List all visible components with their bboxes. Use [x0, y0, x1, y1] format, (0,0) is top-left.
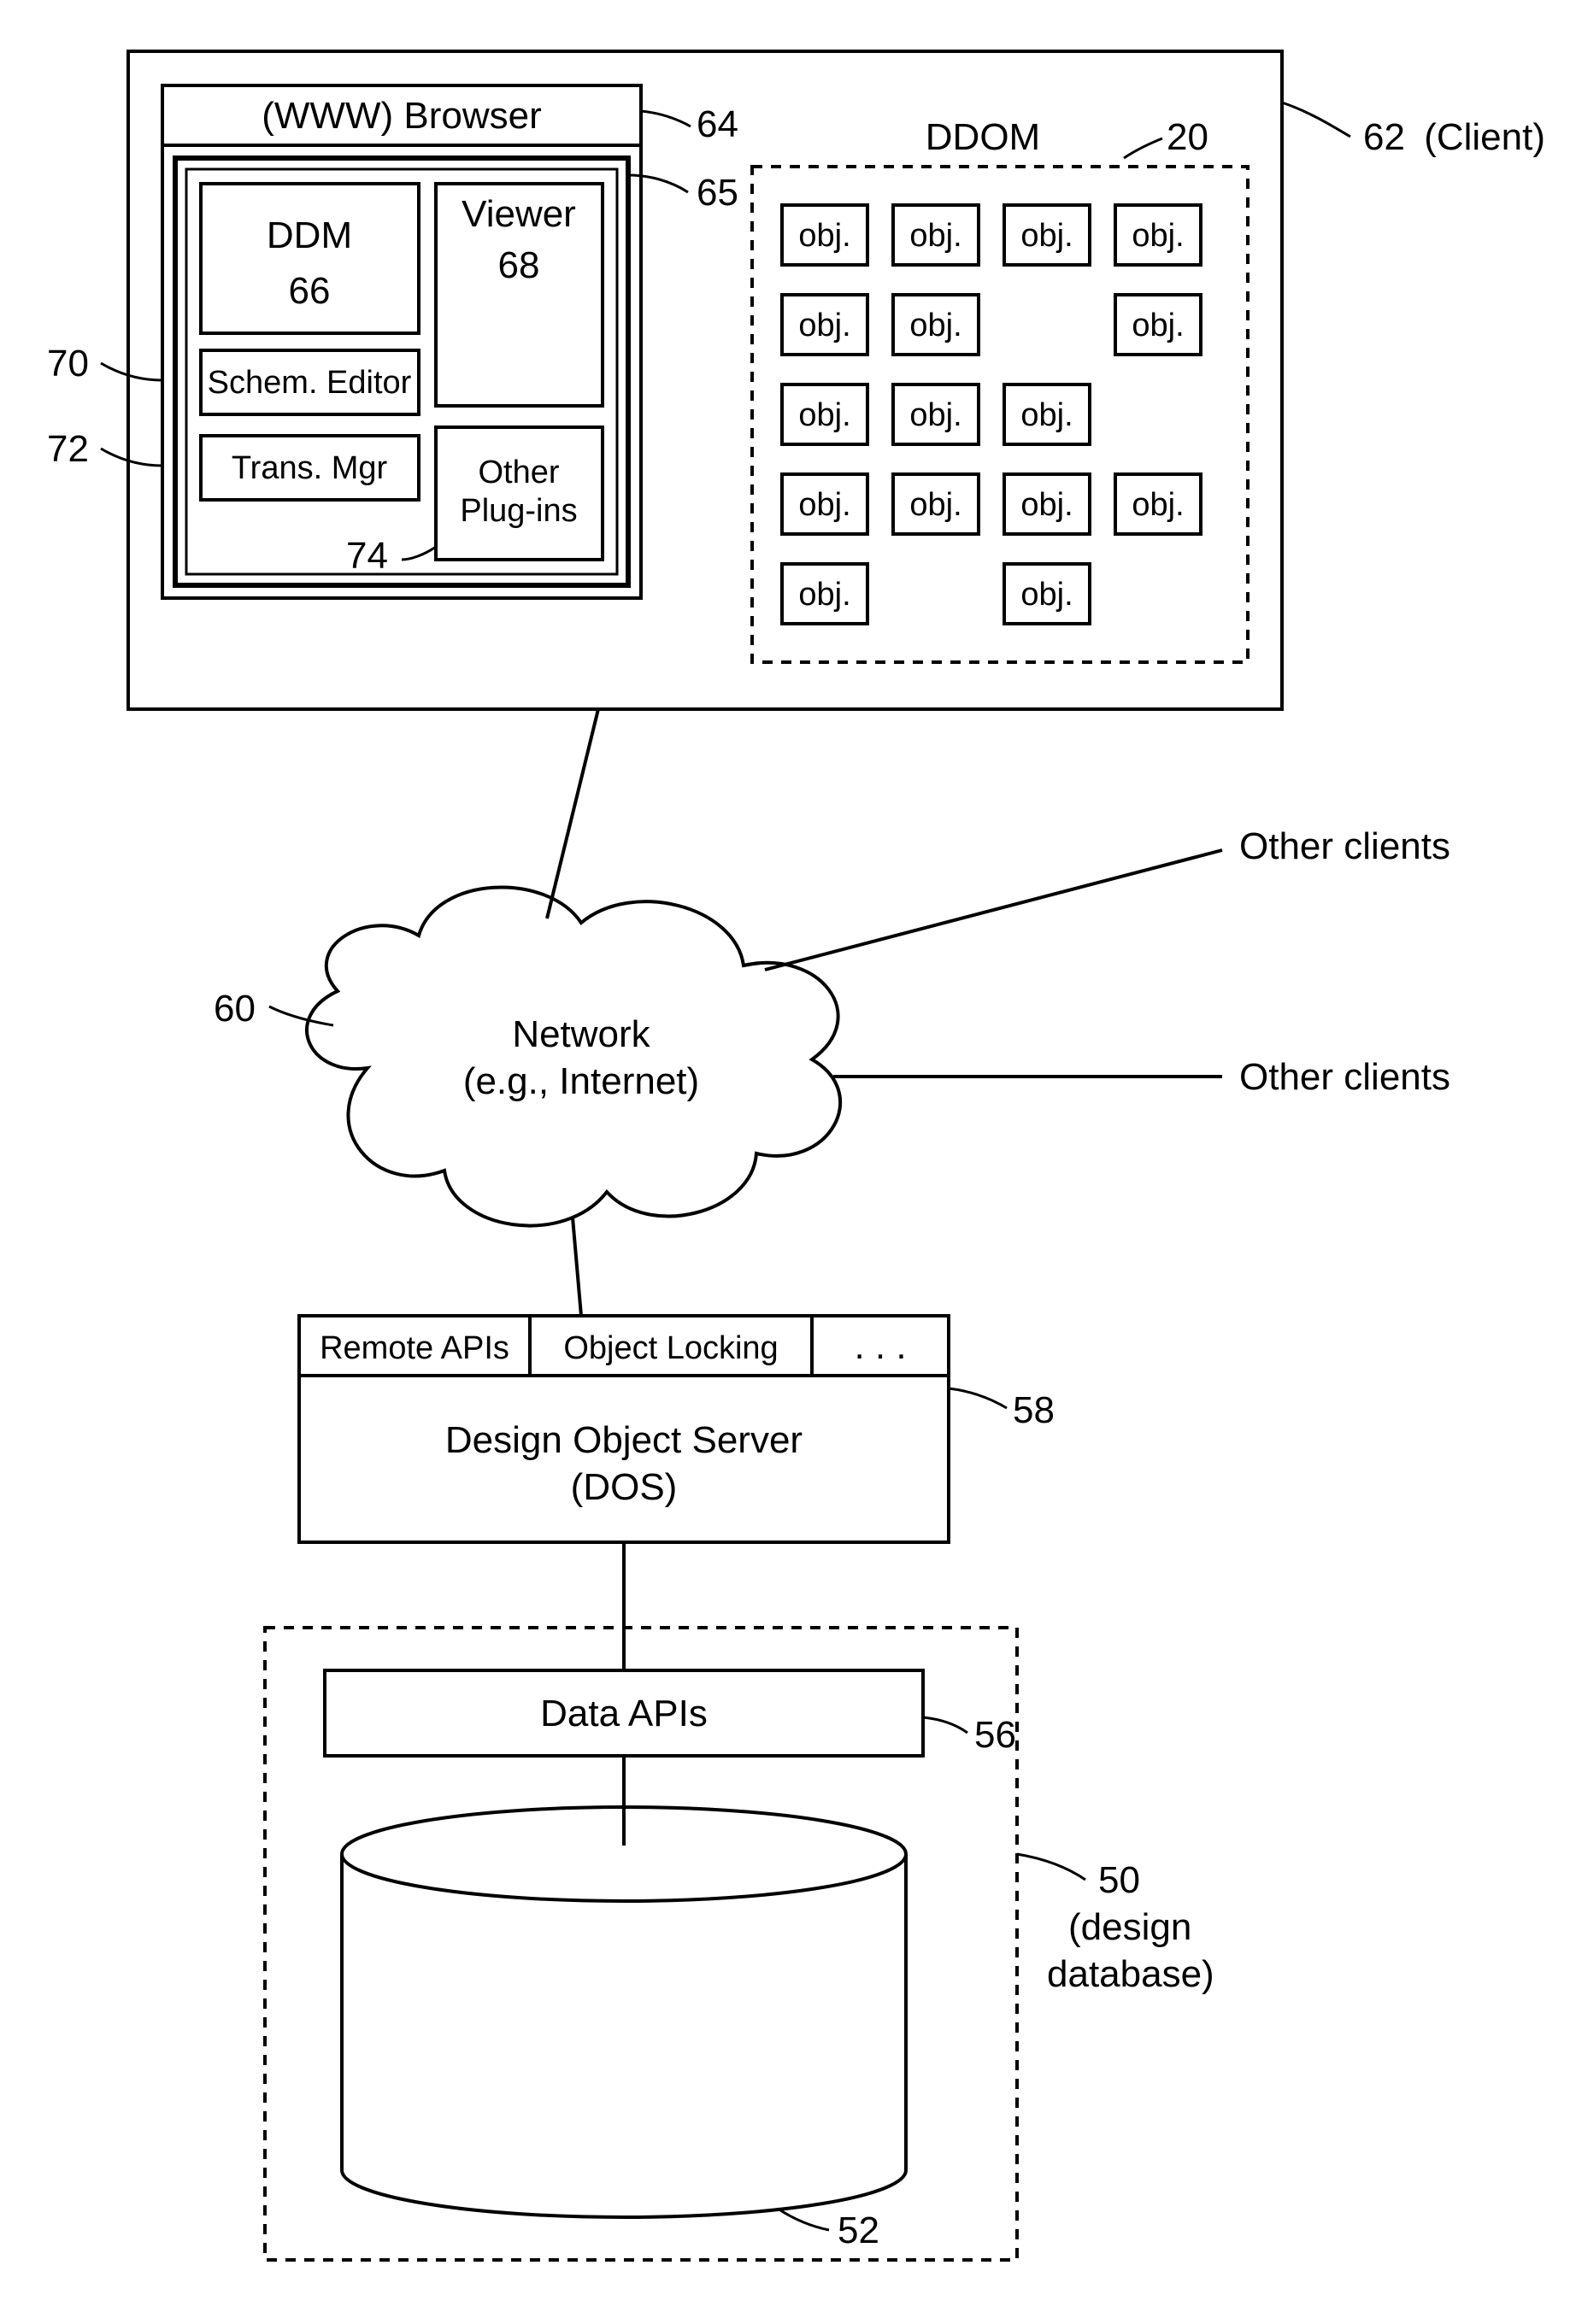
ddom-title: DDOM [926, 116, 1040, 158]
other-clients-2: Other clients [1239, 1056, 1450, 1098]
db-paren1: (design [1068, 1906, 1191, 1948]
ref-68: 68 [498, 244, 540, 286]
svg-text:obj.: obj. [1020, 577, 1073, 613]
svg-text:obj.: obj. [798, 218, 850, 254]
otherplug-l1: Other [478, 455, 559, 490]
ref-65: 65 [697, 172, 738, 214]
trans-label: Trans. Mgr [232, 450, 388, 486]
ref-56: 56 [974, 1714, 1016, 1756]
ref-52: 52 [838, 2210, 879, 2251]
otherplug-l2: Plug-ins [460, 493, 577, 529]
conn-client-network [547, 709, 598, 918]
svg-text:obj.: obj. [1132, 218, 1184, 254]
conn-other-clients-1 [765, 850, 1222, 970]
ref-62: 62 (Client) [1363, 116, 1545, 158]
dos-l1: Design Object Server [445, 1419, 803, 1461]
db-cylinder [342, 1807, 906, 2217]
svg-text:obj.: obj. [798, 487, 850, 523]
network-l2: (e.g., Internet) [463, 1060, 699, 1102]
dataapis-label: Data APIs [540, 1693, 708, 1734]
dos-remote: Remote APIs [320, 1330, 509, 1366]
svg-text:obj.: obj. [798, 397, 850, 433]
ref-60: 60 [214, 988, 256, 1030]
dos-lock: Object Locking [563, 1330, 778, 1366]
svg-text:obj.: obj. [909, 218, 961, 254]
svg-text:obj.: obj. [798, 308, 850, 343]
ref-66: 66 [289, 270, 331, 312]
ref-58: 58 [1013, 1389, 1055, 1431]
svg-text:obj.: obj. [1020, 397, 1073, 433]
dos-block: Remote APIs Object Locking . . . Design … [299, 1316, 949, 1542]
svg-text:obj.: obj. [1132, 308, 1184, 343]
network-cloud [307, 887, 840, 1225]
conn-network-dos [573, 1218, 581, 1316]
dos-dots: . . . [854, 1325, 906, 1367]
svg-text:obj.: obj. [909, 487, 961, 523]
svg-text:obj.: obj. [909, 308, 961, 343]
svg-text:obj.: obj. [798, 577, 850, 613]
svg-text:obj.: obj. [1020, 487, 1073, 523]
other-clients-1: Other clients [1239, 825, 1450, 867]
ddom-obj-grid: obj. obj. obj. obj. obj. obj. obj. obj. … [782, 205, 1201, 624]
db-paren2: database) [1047, 1953, 1214, 1995]
dos-l2: (DOS) [571, 1466, 678, 1508]
browser-title: (WWW) Browser [262, 95, 542, 137]
ddm-label: DDM [267, 214, 352, 256]
ref-70: 70 [47, 343, 89, 384]
schem-label: Schem. Editor [208, 365, 412, 401]
ref-72: 72 [47, 428, 89, 470]
svg-text:obj.: obj. [1132, 487, 1184, 523]
ref-50: 50 [1098, 1859, 1140, 1901]
ref-64: 64 [697, 103, 738, 145]
svg-text:obj.: obj. [909, 397, 961, 433]
ref-20: 20 [1167, 116, 1208, 158]
ref-74: 74 [346, 535, 388, 577]
network-l1: Network [512, 1013, 650, 1055]
viewer-label: Viewer [462, 193, 576, 235]
svg-text:obj.: obj. [1020, 218, 1073, 254]
